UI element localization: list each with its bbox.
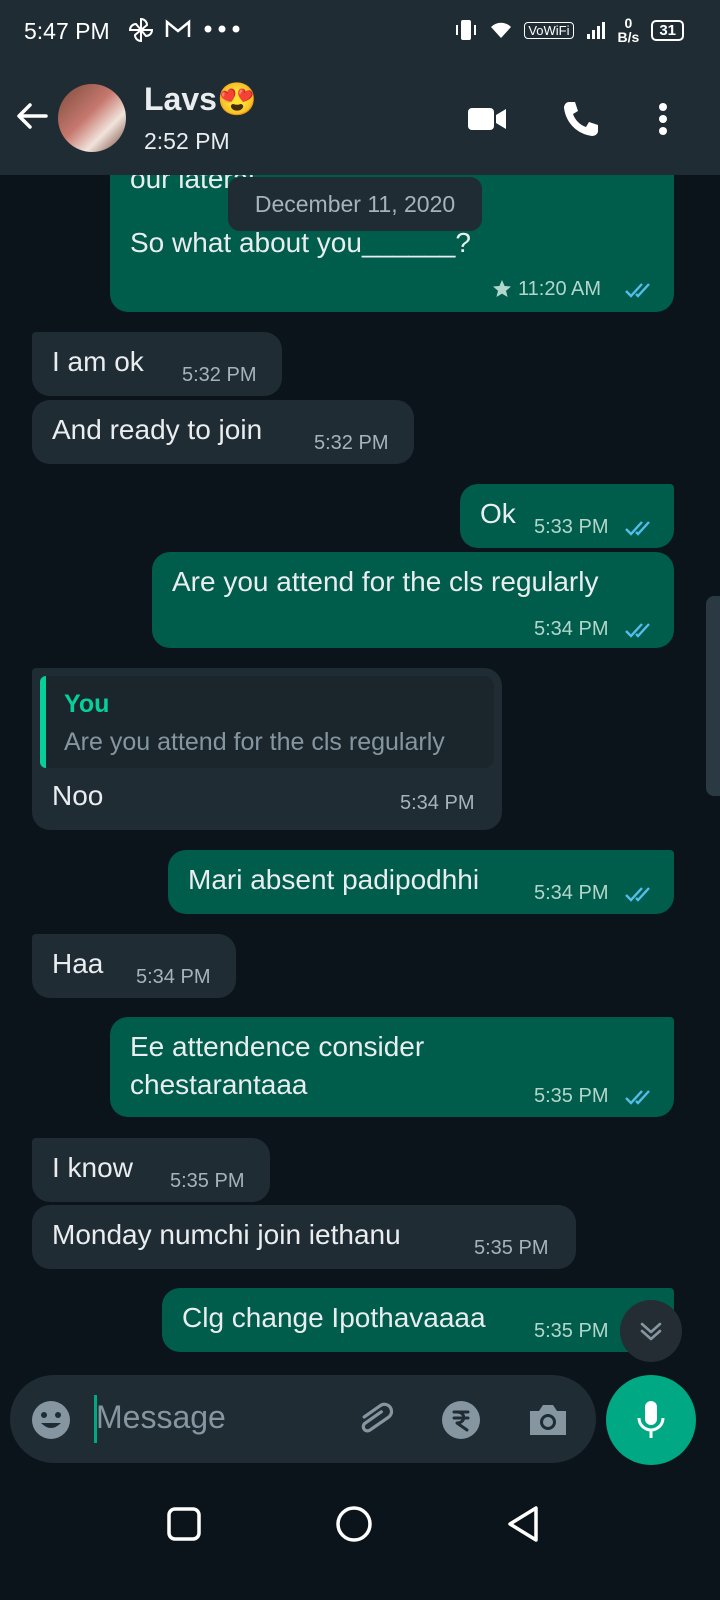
- message-time: 5:32 PM: [182, 364, 257, 386]
- mic-icon: [637, 1401, 665, 1438]
- message-text-line2: chestarantaaa: [130, 1069, 308, 1100]
- message-text: Monday numchi join iethanu: [52, 1219, 401, 1250]
- wifi-icon: [491, 22, 512, 38]
- double-tick-icon: [625, 1090, 650, 1105]
- double-tick-icon: [625, 521, 650, 536]
- message-time: 5:35 PM: [534, 1085, 609, 1107]
- chat-header: Lavs😍 2:52 PM: [0, 62, 720, 175]
- scroll-to-bottom-button[interactable]: [620, 1300, 682, 1362]
- message-time: 5:34 PM: [534, 882, 609, 904]
- message-text: I know: [52, 1152, 133, 1183]
- back-arrow-icon[interactable]: [14, 98, 50, 134]
- signal-icon: [586, 22, 605, 39]
- message-text: Haa: [52, 948, 104, 979]
- status-time: 5:47 PM: [24, 18, 110, 44]
- quoted-author: You: [64, 690, 110, 718]
- message-text: So what about you______?: [130, 227, 471, 258]
- double-tick-icon: [625, 887, 650, 902]
- message-time: 5:33 PM: [534, 516, 609, 538]
- phone-icon[interactable]: [560, 98, 602, 140]
- back-button[interactable]: [502, 1502, 546, 1546]
- date-chip: December 11, 2020: [228, 177, 482, 231]
- quoted-message[interactable]: You Are you attend for the cls regularly: [40, 676, 494, 768]
- message-bubble-incoming[interactable]: And ready to join 5:32 PM: [32, 400, 414, 464]
- scrollbar-thumb[interactable]: [706, 596, 720, 796]
- star-icon: [493, 280, 511, 297]
- message-text: Clg change Ipothavaaaa: [182, 1302, 486, 1333]
- message-bubble-incoming[interactable]: Monday numchi join iethanu 5:35 PM: [32, 1205, 576, 1269]
- message-time: 5:35 PM: [534, 1320, 609, 1342]
- avatar[interactable]: [58, 84, 126, 152]
- contact-name[interactable]: Lavs😍: [144, 80, 257, 118]
- system-nav-bar: [0, 1474, 720, 1600]
- double-tick-icon: [625, 623, 650, 638]
- last-seen: 2:52 PM: [144, 128, 230, 154]
- message-time: 11:20 AM: [518, 278, 602, 300]
- message-bubble-outgoing[interactable]: Clg change Ipothavaaaa 5:35 PM: [162, 1288, 674, 1352]
- video-call-icon[interactable]: [466, 98, 508, 140]
- status-bar: 5:47 PM VoWiFi 0 B/s 31: [0, 0, 720, 62]
- message-time: 5:32 PM: [314, 432, 389, 454]
- message-text: And ready to join: [52, 414, 263, 445]
- message-time: 5:34 PM: [400, 792, 475, 814]
- message-time: 5:35 PM: [170, 1170, 245, 1192]
- message-bubble-incoming[interactable]: I am ok 5:32 PM: [32, 332, 282, 396]
- net-speed: 0 B/s: [617, 15, 640, 45]
- mic-button[interactable]: [606, 1375, 696, 1465]
- message-bubble-outgoing[interactable]: Ok 5:33 PM: [460, 484, 674, 548]
- message-time: 5:34 PM: [534, 618, 609, 640]
- message-text-line1: Ee attendence consider: [130, 1031, 425, 1062]
- message-bubble-incoming[interactable]: I know 5:35 PM: [32, 1138, 270, 1202]
- chevron-double-down-icon: [640, 1322, 662, 1341]
- quoted-text: Are you attend for the cls regularly: [64, 728, 445, 756]
- message-text: Ok: [480, 498, 516, 529]
- rupee-icon[interactable]: [440, 1399, 482, 1441]
- message-bubble-incoming[interactable]: Haa 5:34 PM: [32, 934, 236, 998]
- home-button[interactable]: [332, 1502, 376, 1546]
- message-text: Noo: [52, 780, 104, 811]
- message-bubble-outgoing[interactable]: Mari absent padipodhhi 5:34 PM: [168, 850, 674, 914]
- vowifi-badge: VoWiFi: [524, 21, 574, 39]
- message-composer: Message: [10, 1375, 596, 1463]
- message-text: Are you attend for the cls regularly: [172, 566, 599, 597]
- pinwheel-icon: [128, 17, 154, 43]
- message-text: I am ok: [52, 346, 144, 377]
- message-bubble-outgoing[interactable]: Are you attend for the cls regularly 5:3…: [152, 552, 674, 648]
- message-time: 5:34 PM: [136, 966, 211, 988]
- recents-button[interactable]: [162, 1502, 206, 1546]
- double-tick-icon: [625, 283, 650, 298]
- emoji-icon[interactable]: [30, 1399, 72, 1441]
- more-dots-icon: [204, 25, 240, 33]
- chat-area[interactable]: our lateral ... So what about you______?…: [0, 175, 720, 1375]
- gmail-icon: [165, 19, 191, 37]
- menu-icon[interactable]: [648, 98, 678, 140]
- message-input[interactable]: Message: [96, 1399, 226, 1436]
- battery-indicator: 31: [651, 19, 684, 41]
- message-bubble-outgoing[interactable]: Ee attendence consider chestarantaaa 5:3…: [110, 1017, 674, 1117]
- camera-icon[interactable]: [526, 1399, 570, 1441]
- vibrate-icon: [456, 20, 477, 40]
- attach-icon[interactable]: [354, 1399, 398, 1441]
- message-time: 5:35 PM: [474, 1237, 549, 1259]
- message-text: Mari absent padipodhhi: [188, 864, 480, 895]
- message-bubble-incoming[interactable]: You Are you attend for the cls regularly…: [32, 668, 502, 830]
